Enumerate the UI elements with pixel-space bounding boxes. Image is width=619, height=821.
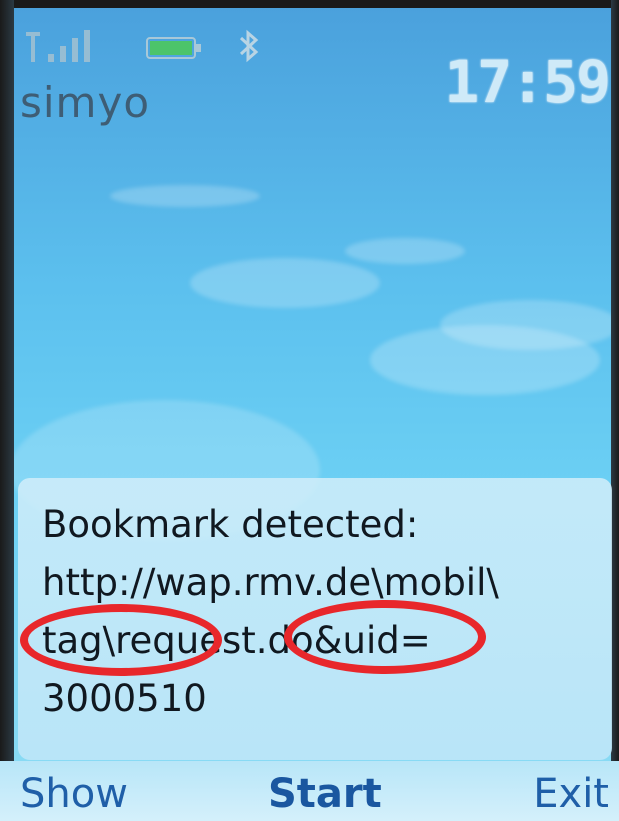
background-cloud [440, 300, 619, 350]
start-softkey[interactable]: Start [268, 771, 382, 817]
battery-icon [146, 37, 201, 59]
clock: 17:59 [444, 48, 611, 116]
dialog-line-url-3: 3000510 [42, 677, 207, 720]
annotation-circle-uid [284, 600, 486, 674]
show-softkey[interactable]: Show [20, 771, 128, 817]
background-cloud [345, 238, 465, 264]
phone-screen: simyo 17:59 Bookmark detected: http://wa… [0, 0, 619, 821]
exit-softkey[interactable]: Exit [533, 771, 609, 817]
bezel [0, 0, 14, 821]
background-cloud [110, 185, 260, 207]
bezel [0, 0, 619, 8]
signal-bars-icon [26, 30, 90, 62]
operator-name: simyo [20, 78, 151, 127]
bezel [611, 0, 619, 821]
dialog-line-title: Bookmark detected: [42, 503, 419, 546]
softkey-bar: Show Start Exit [0, 761, 619, 821]
annotation-circle-tag [20, 604, 222, 676]
background-cloud [190, 258, 380, 308]
bluetooth-icon [239, 29, 259, 63]
